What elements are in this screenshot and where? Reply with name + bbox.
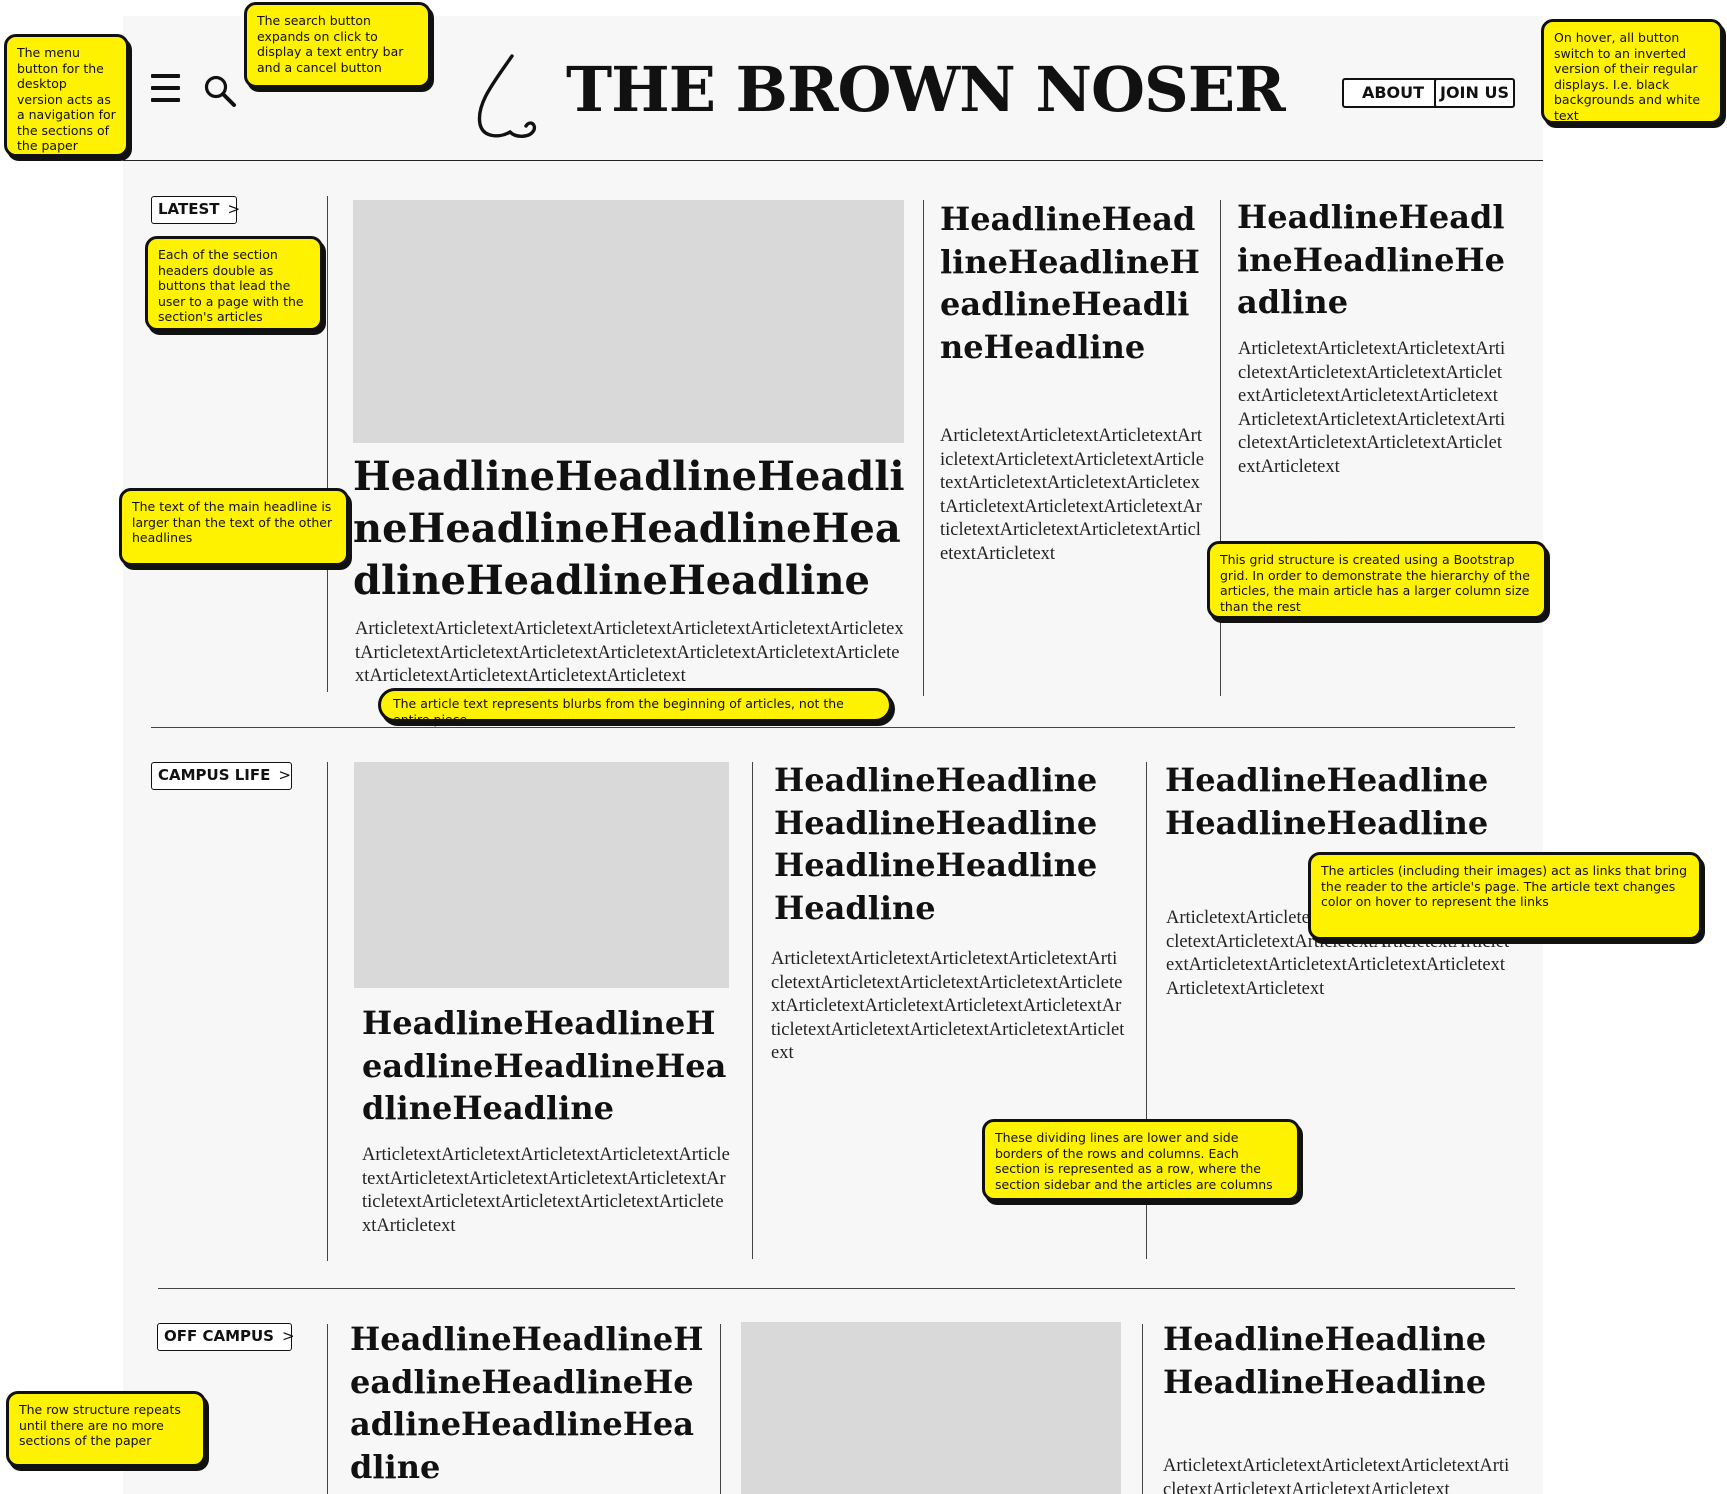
article-headline[interactable]: HeadlineHeadlineHeadlineHeadline <box>1237 196 1515 324</box>
menu-icon[interactable] <box>151 74 180 104</box>
section-button-off-campus[interactable]: OFF CAMPUS > <box>157 1323 295 1351</box>
annotation-blurbs: The article text represents blurbs from … <box>378 688 892 727</box>
article-text[interactable]: ArticletextArticletextArticletextArticle… <box>362 1144 730 1266</box>
row-divider <box>151 727 1515 728</box>
annotation-main-headline: The text of the main headline is larger … <box>119 488 349 566</box>
main-article-headline[interactable]: HeadlineHeadlineHeadlineHeadlineHeadline… <box>353 451 913 607</box>
header-divider <box>123 160 1543 161</box>
article-text[interactable]: ArticletextArticletextArticletextArticle… <box>1238 338 1510 483</box>
article-headline[interactable]: HeadlineHeadlineHeadlineHeadlineHeadline… <box>774 759 1124 929</box>
chevron-right-icon: > <box>282 1327 295 1345</box>
column-divider <box>923 200 924 696</box>
article-text[interactable]: ArticletextArticletextArticletextArticle… <box>940 425 1205 570</box>
section-label: LATEST <box>158 200 220 218</box>
article-headline[interactable]: HeadlineHeadlineHeadlineHeadline <box>1165 759 1515 844</box>
column-divider <box>720 1324 721 1494</box>
article-headline[interactable]: HeadlineHeadlineHeadlineHeadline <box>1163 1318 1513 1403</box>
column-divider <box>1220 200 1221 696</box>
chevron-right-icon: > <box>227 200 241 218</box>
column-divider <box>1142 1324 1143 1494</box>
article-text[interactable]: ArticletextArticletextArticletextArticle… <box>1163 1455 1513 1494</box>
annotation-search: The search button expands on click to di… <box>244 2 431 88</box>
annotation-hover: On hover, all button switch to an invert… <box>1541 19 1723 124</box>
about-button[interactable]: ABOUT <box>1342 78 1444 108</box>
section-button-campus-life[interactable]: CAMPUS LIFE > <box>151 762 292 790</box>
article-headline[interactable]: HeadlineHeadlineHeadlineHeadlineHeadline… <box>362 1002 734 1130</box>
search-icon[interactable] <box>203 74 237 108</box>
join-us-button[interactable]: JOIN US <box>1434 78 1515 108</box>
article-headline[interactable]: HeadlineHeadlineHeadlineHeadlineHeadline… <box>350 1318 705 1488</box>
article-headline[interactable]: HeadlineHeadlineHeadlineHeadlineHeadline… <box>940 198 1205 368</box>
chevron-right-icon: > <box>278 766 291 784</box>
site-title[interactable]: THE BROWN NOSER <box>566 52 1286 128</box>
row-divider <box>158 1288 1515 1289</box>
column-divider <box>327 762 328 1261</box>
section-button-latest[interactable]: LATEST > <box>151 196 240 224</box>
article-image[interactable] <box>354 762 729 988</box>
column-divider <box>752 762 753 1259</box>
main-article-text[interactable]: ArticletextArticletextArticletextArticle… <box>355 618 905 688</box>
main-article-image[interactable] <box>353 200 904 443</box>
article-image[interactable] <box>741 1322 1121 1494</box>
nose-logo-icon <box>477 54 537 138</box>
column-divider <box>327 196 328 692</box>
section-label: OFF CAMPUS <box>164 1327 274 1345</box>
annotation-menu: The menu button for the desktop version … <box>4 34 129 157</box>
annotation-links: The articles (including their images) ac… <box>1308 852 1702 940</box>
annotation-section-headers: Each of the section headers double as bu… <box>145 236 323 331</box>
annotation-dividers: These dividing lines are lower and side … <box>982 1119 1300 1201</box>
column-divider <box>327 1324 328 1494</box>
article-text[interactable]: ArticletextArticletextArticletextArticle… <box>771 948 1125 1070</box>
annotation-grid: This grid structure is created using a B… <box>1207 541 1547 619</box>
annotation-rows: The row structure repeats until there ar… <box>6 1391 206 1467</box>
section-label: CAMPUS LIFE <box>158 766 271 784</box>
